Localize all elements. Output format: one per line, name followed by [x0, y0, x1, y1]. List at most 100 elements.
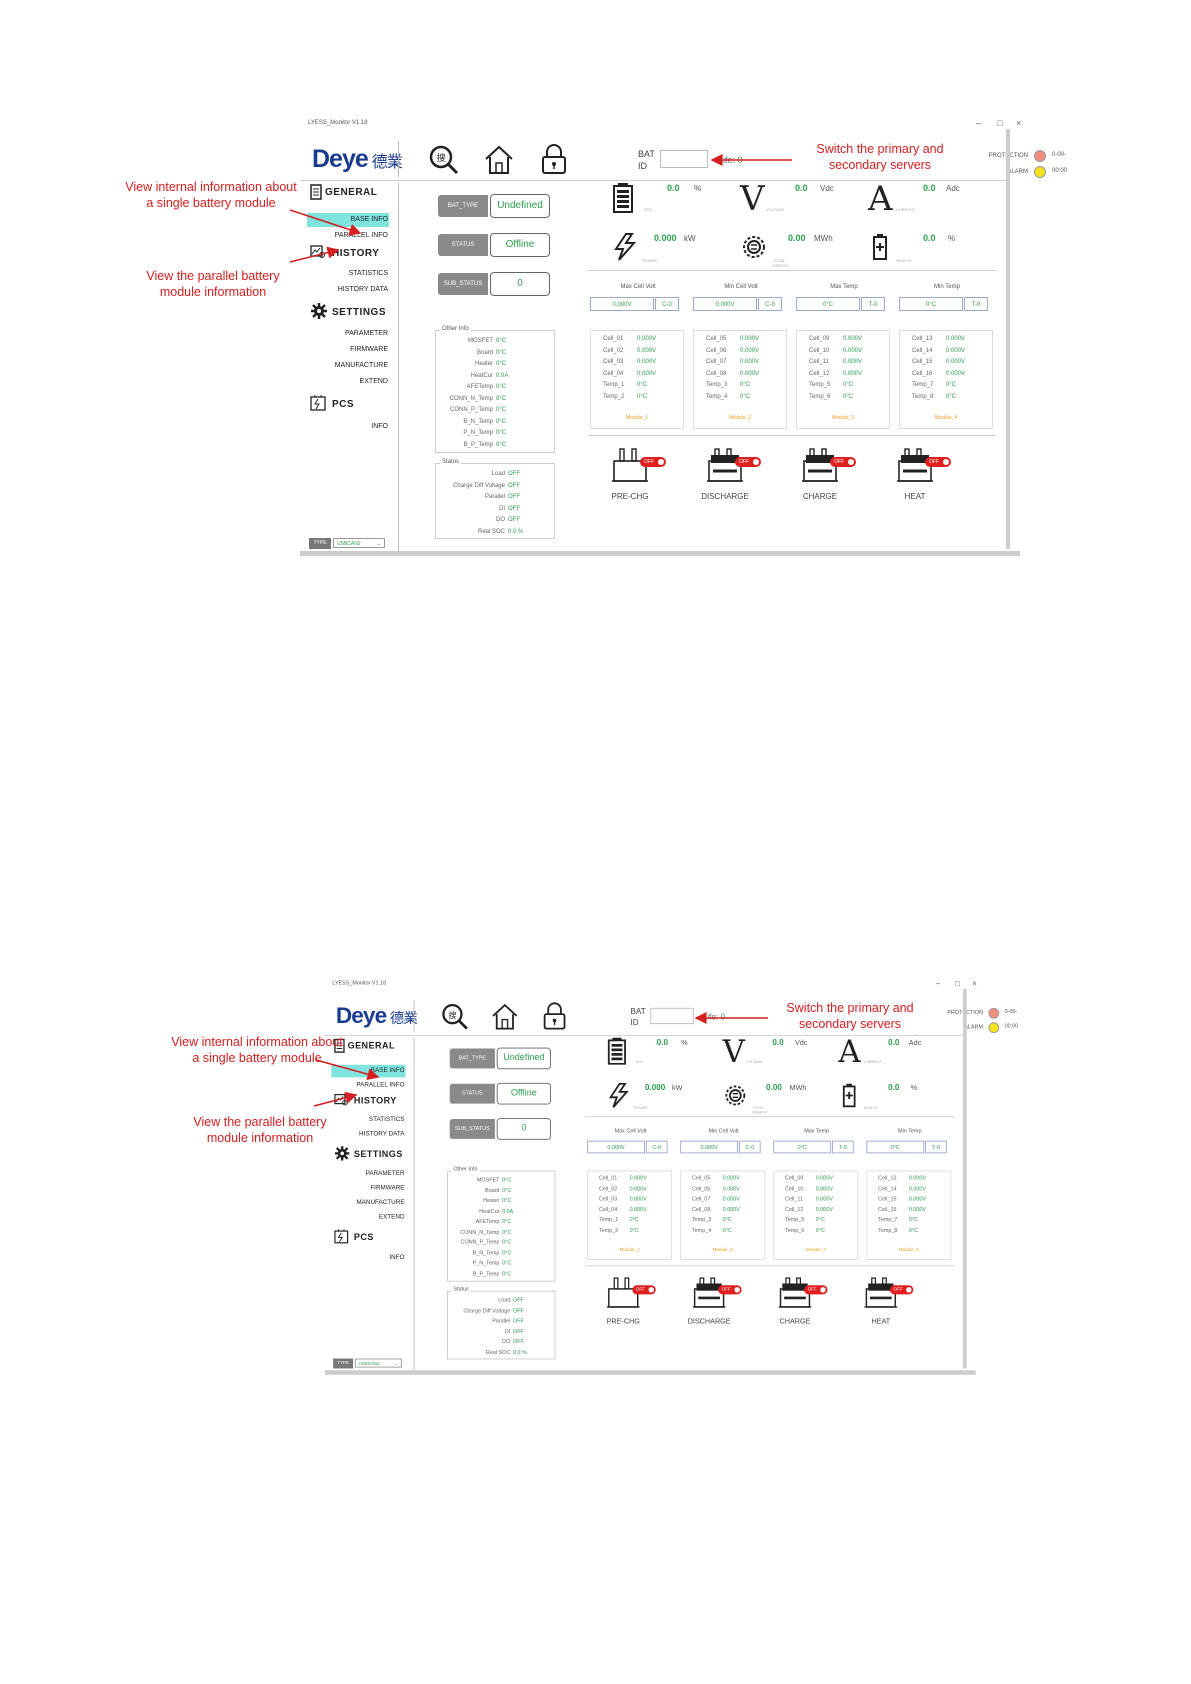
lock-icon[interactable]	[539, 1001, 570, 1032]
vertical-scrollbar[interactable]	[963, 988, 967, 1369]
nav-parameter[interactable]: PARAMETER	[366, 1171, 405, 1177]
energy-icon	[743, 236, 765, 258]
relay-toggle[interactable]: OFF	[889, 1285, 914, 1295]
toggle-knob	[943, 459, 949, 465]
nav-statistics[interactable]: STATISTICS	[349, 270, 388, 277]
info-key: AFETemp	[475, 1219, 500, 1225]
type-select[interactable]: USBCAN2 ⌄	[333, 538, 385, 548]
nav-firmware[interactable]: FIRMWARE	[370, 1185, 404, 1191]
nav-history-data[interactable]: HISTORY DATA	[359, 1131, 404, 1137]
module-value: 0°C	[946, 393, 957, 400]
close-button[interactable]: ×	[972, 979, 977, 988]
search-icon[interactable]: 搜	[427, 143, 461, 177]
nav-pcs[interactable]: PCS	[332, 399, 354, 410]
module-value: 0.000V	[740, 359, 760, 365]
module-key: Cell_06	[691, 1186, 711, 1192]
module-name: Module_1	[619, 1247, 640, 1253]
lightning-icon	[614, 233, 637, 261]
nav-info[interactable]: INFO	[371, 423, 388, 430]
nav-pcs[interactable]: PCS	[354, 1233, 374, 1243]
module-value: 0.000V	[815, 1175, 833, 1182]
voltage-value: 0.0	[772, 1037, 784, 1047]
status-label: STATUS	[449, 1083, 495, 1104]
nav-extend[interactable]: EXTEND	[379, 1214, 405, 1220]
nav-manufacture[interactable]: MANUFACTURE	[335, 362, 388, 369]
horizontal-scrollbar[interactable]	[325, 1370, 976, 1375]
nav-base-info[interactable]: BASE INFO	[351, 216, 388, 223]
health-label: HEALTH	[863, 1105, 878, 1110]
nav-extend[interactable]: EXTEND	[360, 378, 388, 385]
nav-firmware[interactable]: FIRMWARE	[350, 346, 388, 353]
info-key: Load	[498, 1297, 511, 1304]
nav-settings[interactable]: SETTINGS	[354, 1150, 403, 1160]
module-key: Cell_07	[706, 359, 727, 365]
toggle-knob	[820, 1287, 826, 1293]
relay-toggle[interactable]: OFF	[718, 1285, 742, 1295]
bat-type-field: BAT_TYPE Undefined	[438, 194, 550, 218]
module-key: Cell_04	[603, 370, 624, 377]
health-label: HEALTH	[896, 258, 912, 263]
nav-general[interactable]: GENERAL	[325, 187, 377, 198]
window-titlebar: LYESS_Monitor V1.18 – □ ×	[300, 117, 1080, 131]
module-key: Cell_05	[691, 1175, 711, 1182]
search-icon[interactable]: 搜	[440, 1001, 471, 1032]
chart-search-icon	[310, 245, 326, 264]
nav-parameter[interactable]: PARAMETER	[345, 330, 388, 337]
bat-id-input[interactable]	[660, 150, 708, 168]
nav-manufacture[interactable]: MANUFACTURE	[356, 1199, 404, 1205]
module-key: Temp_4	[706, 393, 728, 400]
home-icon[interactable]	[489, 1001, 520, 1032]
relay-charge: OFF CHARGE	[768, 1274, 840, 1328]
info-row: Load OFF	[449, 1296, 524, 1306]
lightning-icon	[608, 1082, 629, 1108]
relay-toggle[interactable]: OFF	[735, 457, 761, 467]
module-name: Module_2	[729, 415, 751, 421]
sub-status-value: 0	[496, 1118, 551, 1140]
info-key: Charge Diff Voltage	[453, 482, 505, 489]
relay-state: OFF	[893, 1287, 903, 1293]
nav-history[interactable]: HISTORY	[332, 248, 379, 259]
module-name: Module_3	[832, 415, 854, 421]
status-box-title: Status	[451, 1287, 471, 1293]
relay-toggle[interactable]: OFF	[804, 1285, 828, 1295]
relay-toggle[interactable]: OFF	[640, 457, 666, 467]
info-key: CONN_N_Temp	[460, 1229, 500, 1236]
relay-label: HEAT	[871, 1316, 891, 1326]
nav-statistics[interactable]: STATISTICS	[369, 1116, 405, 1122]
nav-base-info[interactable]: BASE INFO	[371, 1067, 405, 1073]
module-value: 0.000V	[946, 347, 966, 354]
lock-icon[interactable]	[537, 143, 571, 177]
battery-icon	[613, 183, 633, 213]
info-row: HeatCur 0.0A	[437, 371, 509, 383]
info-key: B_P_Temp	[463, 441, 493, 448]
module-row: Temp_7 0°C	[878, 1216, 918, 1226]
info-row: Load OFF	[437, 469, 520, 481]
nav-info[interactable]: INFO	[389, 1255, 404, 1261]
battery-health-icon	[842, 1083, 856, 1108]
soc-label: SOC	[635, 1059, 644, 1064]
maximize-button[interactable]: □	[997, 118, 1002, 128]
info-value: 0°C	[502, 1219, 512, 1225]
nav-parallel-info[interactable]: PARALLEL INFO	[335, 232, 388, 239]
annotation-base-info: View internal information about a single…	[125, 180, 297, 210]
module-row: Temp_6 0°C	[809, 392, 853, 404]
relay-toggle[interactable]: OFF	[632, 1285, 656, 1295]
nav-history-data[interactable]: HISTORY DATA	[338, 286, 388, 293]
nav-history[interactable]: HISTORY	[354, 1096, 397, 1106]
bat-id-input[interactable]	[650, 1007, 694, 1025]
nav-settings[interactable]: SETTINGS	[332, 307, 386, 318]
nav-parallel-info[interactable]: PARALLEL INFO	[356, 1082, 404, 1088]
home-icon[interactable]	[482, 143, 516, 177]
relay-toggle[interactable]: OFF	[925, 457, 951, 467]
minimize-button[interactable]: –	[976, 118, 981, 128]
horizontal-scrollbar[interactable]	[300, 551, 1020, 556]
minimize-button[interactable]: –	[936, 979, 941, 988]
module-value: 0.000V	[843, 336, 863, 342]
maximize-button[interactable]: □	[955, 979, 960, 988]
type-select[interactable]: USBCAN2 ⌄	[354, 1358, 402, 1368]
vertical-scrollbar[interactable]	[1006, 129, 1010, 549]
module-value: 0.000V	[815, 1196, 833, 1203]
relay-toggle[interactable]: OFF	[830, 457, 856, 467]
status-value: Offline	[496, 1082, 551, 1105]
close-button[interactable]: ×	[1016, 118, 1021, 128]
